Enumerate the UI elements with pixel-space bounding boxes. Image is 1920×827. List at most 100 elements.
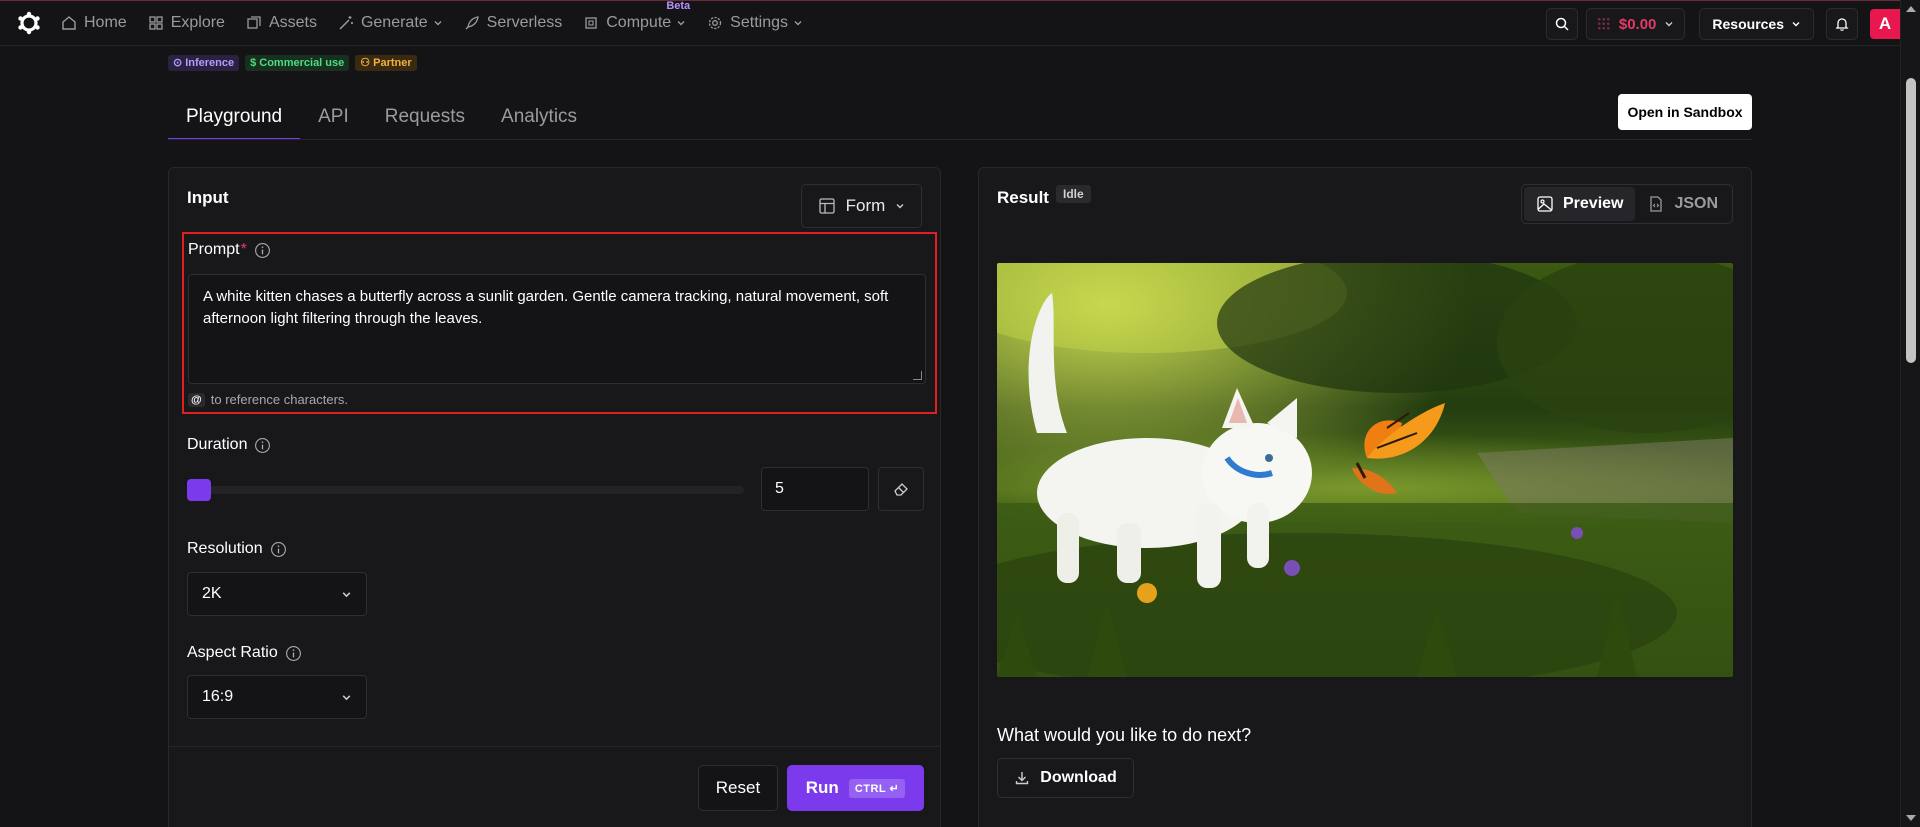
scroll-down-arrow[interactable] [1906,815,1916,821]
tab-analytics[interactable]: Analytics [483,94,595,140]
partner-badge-label: Partner [373,56,412,69]
resources-button[interactable]: Resources [1699,8,1814,40]
reset-button[interactable]: Reset [698,765,778,811]
info-icon[interactable] [270,541,287,558]
commercial-use-badge: $ Commercial use [245,55,350,71]
chevron-down-icon [434,21,442,26]
tab-playground[interactable]: Playground [168,94,301,140]
balance-value: $0.00 [1618,15,1657,33]
aspect-ratio-label: Aspect Ratio [187,644,302,662]
credits-icon [1596,17,1611,31]
nav-serverless[interactable]: Serverless [464,14,563,32]
page-scrollbar[interactable] [1900,0,1920,827]
resolution-select[interactable]: 2K [187,572,367,616]
kitten-butterfly-image [997,263,1733,677]
prompt-label-text: Prompt [188,241,240,258]
info-icon[interactable] [254,242,271,259]
input-panel: Input Form Prompt * A white kitten chases… [168,167,941,827]
download-button[interactable]: Download [997,758,1134,798]
chevron-down-icon [1792,22,1800,27]
chevron-down-icon [1665,22,1673,27]
duration-input[interactable]: 5 [761,467,869,511]
form-mode-label: Form [845,196,886,215]
model-badges: ⊙ Inference $ Commercial use ⚇ Partner [168,55,417,71]
run-label: Run [805,778,839,797]
resolution-label-text: Resolution [187,540,263,557]
inference-badge-label: Inference [185,56,235,69]
nav-assets[interactable]: Assets [246,14,317,32]
tabs-divider [168,139,1752,140]
result-panel-title: Result [997,188,1049,207]
grid-icon [149,16,163,30]
nav-compute-label: Compute [606,14,672,31]
balance-button[interactable]: $0.00 [1585,8,1686,40]
tab-requests[interactable]: Requests [367,94,483,140]
aspect-ratio-label-text: Aspect Ratio [187,644,278,661]
json-tab[interactable]: JSON [1635,187,1730,221]
scroll-up-arrow[interactable] [1906,6,1916,12]
resolution-label: Resolution [187,540,287,558]
download-icon [1016,772,1029,785]
chip-icon [585,17,597,29]
json-label: JSON [1674,195,1719,212]
commercial-badge-label: Commercial use [259,56,345,69]
page-tabs: Playground API Requests Analytics [168,94,595,140]
partner-badge: ⚇ Partner [355,55,417,71]
run-shortcut: CTRL ↵ [848,778,906,798]
search-button[interactable] [1545,8,1578,40]
nav-explore-label: Explore [170,14,225,31]
download-label: Download [1040,769,1117,786]
open-in-sandbox-button[interactable]: Open in Sandbox [1618,94,1752,130]
resize-handle-icon[interactable] [913,371,922,380]
dollar-icon: $ [250,56,257,69]
nav-home-label: Home [84,14,127,31]
result-view-toggle: Preview JSON [1521,184,1733,224]
at-symbol-key: @ [188,392,205,407]
people-icon: ⚇ [360,57,371,69]
scroll-thumb[interactable] [1906,78,1916,363]
status-badge: Idle [1056,185,1091,203]
run-button[interactable]: Run CTRL ↵ [787,765,924,811]
result-preview-image [997,263,1733,677]
aspect-ratio-select[interactable]: 16:9 [187,675,367,719]
nav-home[interactable]: Home [61,14,127,32]
prompt-label: Prompt * [188,241,271,259]
rocket-icon [465,16,479,30]
clear-duration-button[interactable] [878,467,924,511]
chevron-down-icon [794,21,802,26]
nav-generate[interactable]: Generate [338,14,443,32]
result-panel: Result Idle Preview JSON What would you … [978,167,1752,827]
beta-badge: Beta [666,0,691,12]
prompt-hint-text: to reference characters. [210,392,349,407]
duration-slider-thumb[interactable] [187,479,211,501]
chevron-down-icon [896,204,904,209]
user-avatar[interactable]: A [1870,9,1900,39]
info-icon[interactable] [254,437,271,454]
nav-compute[interactable]: Compute Beta [583,0,690,32]
preview-tab[interactable]: Preview [1524,187,1636,221]
app-logo-icon[interactable] [17,11,41,35]
resources-label: Resources [1712,16,1784,32]
preview-label: Preview [1563,195,1624,212]
form-mode-select[interactable]: Form [801,184,922,228]
prompt-textarea[interactable]: A white kitten chases a butterfly across… [188,274,926,384]
prompt-text: A white kitten chases a butterfly across… [203,288,889,327]
nav-serverless-label: Serverless [486,14,563,31]
duration-slider-track[interactable] [187,486,744,494]
nav-generate-label: Generate [360,14,428,31]
chevron-down-icon [342,591,351,597]
navbar-actions: $0.00 Resources A [1545,1,1900,47]
required-marker: * [240,241,247,258]
chevron-down-icon [342,694,351,700]
prompt-hint: @ to reference characters. [188,392,348,407]
resolution-value: 2K [202,585,222,602]
layout-icon [819,198,835,214]
file-code-icon [1650,196,1663,212]
nav-settings[interactable]: Settings [707,14,803,32]
duration-label: Duration [187,436,271,454]
tab-api[interactable]: API [300,94,367,140]
form-divider [169,746,940,747]
info-icon[interactable] [285,645,302,662]
nav-explore[interactable]: Explore [148,14,225,32]
notifications-button[interactable] [1826,8,1858,40]
